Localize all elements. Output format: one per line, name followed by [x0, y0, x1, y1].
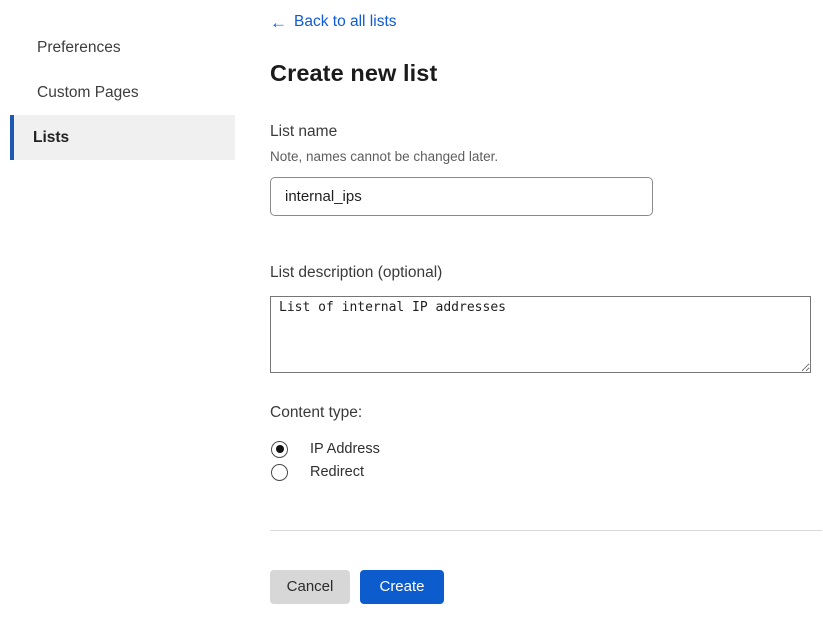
list-name-input[interactable] [270, 177, 653, 216]
list-name-note: Note, names cannot be changed later. [270, 149, 823, 164]
sidebar-item-custom-pages[interactable]: Custom Pages [10, 70, 235, 115]
back-arrow-icon: ← [270, 14, 287, 31]
settings-sidebar: Preferences Custom Pages Lists [0, 0, 250, 617]
sidebar-item-preferences[interactable]: Preferences [10, 25, 235, 70]
page-title: Create new list [270, 60, 823, 87]
list-name-label: List name [270, 123, 823, 141]
radio-option-label[interactable]: IP Address [310, 441, 380, 457]
radio-option-redirect[interactable]: Redirect [270, 461, 823, 484]
sidebar-item-label: Preferences [37, 39, 121, 57]
sidebar-item-label: Lists [33, 129, 69, 147]
content-type-radio-group: IP Address Redirect [270, 438, 823, 484]
list-description-textarea[interactable]: List of internal IP addresses [270, 296, 811, 373]
radio-button-icon[interactable] [271, 441, 288, 458]
radio-button-icon[interactable] [271, 464, 288, 481]
back-to-all-lists-link[interactable]: ← Back to all lists [270, 13, 397, 31]
create-button[interactable]: Create [360, 570, 444, 604]
radio-option-ip-address[interactable]: IP Address [270, 438, 823, 461]
radio-option-label[interactable]: Redirect [310, 464, 364, 480]
create-list-panel: ← Back to all lists Create new list List… [270, 0, 823, 617]
list-description-label: List description (optional) [270, 264, 823, 282]
cancel-button[interactable]: Cancel [270, 570, 350, 604]
footer-actions: Cancel Create [270, 570, 823, 604]
back-link-label: Back to all lists [294, 13, 397, 31]
footer-divider [270, 530, 822, 531]
sidebar-item-lists[interactable]: Lists [10, 115, 235, 160]
sidebar-item-label: Custom Pages [37, 84, 139, 102]
content-type-label: Content type: [270, 404, 823, 422]
app-window: Preferences Custom Pages Lists ← Back to… [0, 0, 823, 617]
